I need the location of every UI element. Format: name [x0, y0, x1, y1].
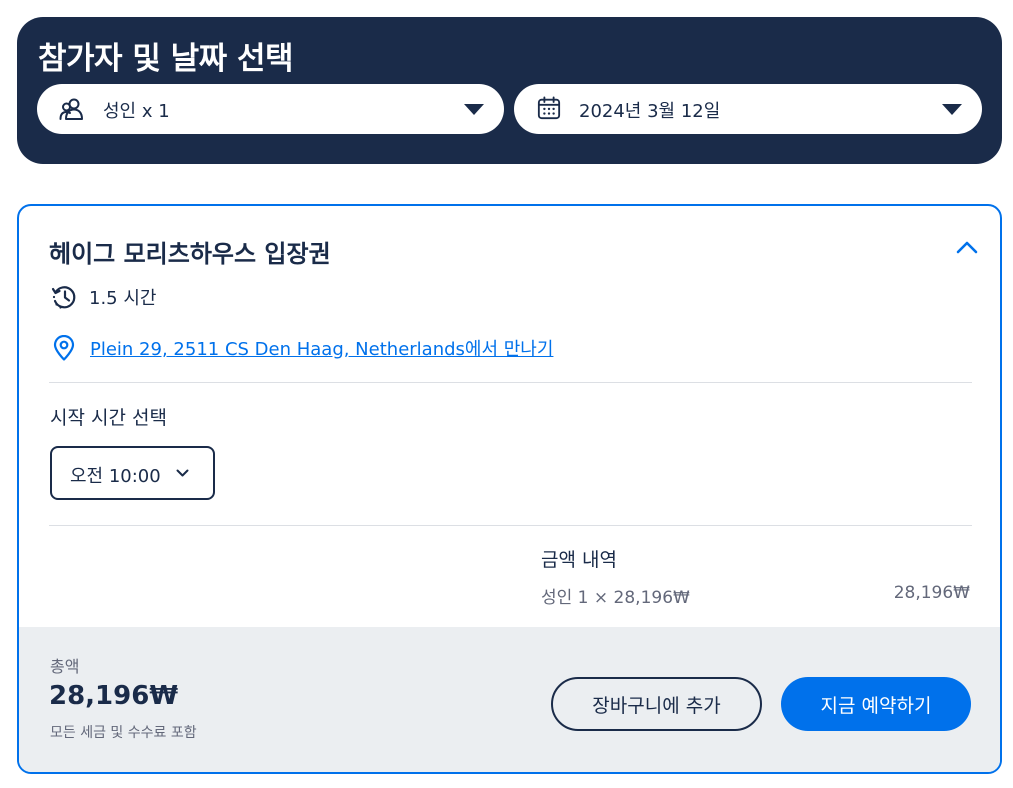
participants-date-panel: 참가자 및 날짜 선택 성인 x 1 2024년 3월 12일 [17, 17, 1002, 164]
divider [49, 525, 972, 526]
activity-option-card: 헤이그 모리츠하우스 입장권 1.5 시간 Plein 29, 2511 CS … [17, 204, 1002, 774]
meeting-point-suffix: 에서 만나기 [464, 339, 554, 360]
total-label: 총액 [50, 657, 80, 676]
tax-note: 모든 세금 및 수수료 포함 [50, 725, 197, 741]
meeting-point-row: Plein 29, 2511 CS Den Haag, Netherlands에… [53, 335, 553, 361]
date-label: 2024년 3월 12일 [579, 101, 721, 122]
chevron-up-icon[interactable] [956, 240, 978, 254]
meeting-point-link[interactable]: Plein 29, 2511 CS Den Haag, Netherlands에… [90, 335, 553, 361]
location-pin-icon [53, 335, 75, 361]
duration-row: 1.5 시간 [51, 284, 156, 310]
start-time-select[interactable]: 오전 10:00 [50, 446, 215, 500]
panel-title: 참가자 및 날짜 선택 [38, 41, 294, 77]
price-breakdown-label: 금액 내역 [541, 549, 617, 571]
book-now-button[interactable]: 지금 예약하기 [781, 677, 971, 731]
participants-label: 성인 x 1 [103, 101, 170, 122]
meeting-point-address: Plein 29, 2511 CS Den Haag, Netherlands [90, 339, 465, 360]
selected-time: 오전 10:00 [70, 466, 161, 487]
chevron-down-icon [464, 104, 484, 115]
participants-icon [59, 98, 83, 120]
add-to-cart-button[interactable]: 장바구니에 추가 [551, 677, 762, 731]
divider [49, 382, 972, 383]
calendar-icon [537, 96, 561, 120]
start-time-label: 시작 시간 선택 [50, 407, 167, 429]
clock-history-icon [51, 286, 76, 309]
participants-selector[interactable]: 성인 x 1 [37, 84, 504, 134]
chevron-down-icon [176, 469, 189, 477]
total-amount: 28,196₩ [49, 681, 179, 711]
chevron-down-icon [942, 104, 962, 115]
price-line-label: 성인 1 × 28,196₩ [541, 588, 690, 608]
duration-label: 1.5 시간 [89, 288, 157, 309]
checkout-footer: 총액 28,196₩ 모든 세금 및 수수료 포함 장바구니에 추가 지금 예약… [19, 627, 1000, 772]
date-selector[interactable]: 2024년 3월 12일 [514, 84, 982, 134]
price-line-total: 28,196₩ [893, 583, 970, 603]
option-title: 헤이그 모리츠하우스 입장권 [49, 240, 331, 268]
